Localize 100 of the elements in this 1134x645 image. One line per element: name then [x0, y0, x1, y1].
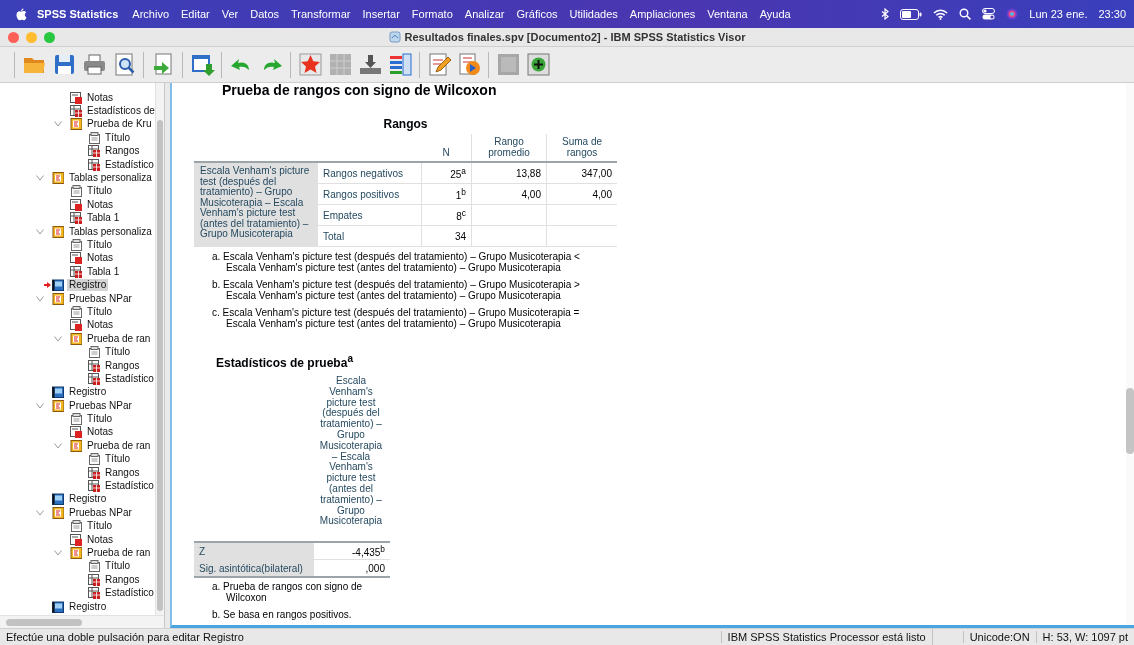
outline-item[interactable]: Tablas personaliza: [67, 225, 154, 238]
scrollbar[interactable]: [1126, 83, 1134, 625]
chevron-down-icon[interactable]: [54, 549, 62, 556]
outline-item[interactable]: Prueba de Kru: [85, 118, 154, 131]
document-icon: [88, 131, 100, 144]
outline-item[interactable]: Título: [103, 560, 132, 573]
outline-item[interactable]: Notas: [85, 319, 116, 332]
menu-item[interactable]: Gráficos: [516, 8, 558, 20]
menu-item[interactable]: Datos: [250, 8, 280, 20]
outline-item[interactable]: Título: [103, 453, 132, 466]
printer-icon[interactable]: [81, 52, 107, 77]
outline-item[interactable]: Prueba de ran: [85, 332, 153, 345]
menu-item[interactable]: Archivo: [132, 8, 169, 20]
window-arrow-icon[interactable]: [189, 52, 215, 77]
outline-item[interactable]: Título: [85, 413, 114, 426]
scrollbar[interactable]: [155, 83, 164, 615]
outline-item[interactable]: Rangos: [103, 466, 142, 479]
outline-item[interactable]: Tabla 1: [85, 212, 122, 225]
outline-item[interactable]: Rangos: [103, 359, 142, 372]
pencil-icon[interactable]: [426, 52, 452, 77]
chevron-down-icon[interactable]: [36, 175, 44, 182]
menubar-date[interactable]: Lun 23 ene.: [1029, 8, 1088, 20]
footnote: a. Escala Venham's picture test (después del tratamiento) – Grupo Musicoterapia < Escala Venham's picture test (antes del tratamiento) – Grupo Musicoterapia: [212, 251, 581, 273]
menu-item[interactable]: Insertar: [362, 8, 400, 20]
window-title: Resultados finales.spv [Documento2] - IBM SPSS Statistics Visor: [404, 31, 746, 43]
document-icon: [70, 520, 82, 533]
outline-item[interactable]: Estadístico: [103, 480, 155, 492]
outline-item[interactable]: Notas: [85, 426, 116, 439]
menu-item[interactable]: Transformar: [291, 8, 351, 20]
menu-item[interactable]: Ampliaciones: [629, 8, 696, 20]
outline-item[interactable]: Pruebas NPar: [67, 506, 134, 519]
bar-arrow-icon[interactable]: [357, 52, 383, 77]
list-icon[interactable]: [387, 52, 413, 77]
output-heading: Prueba de rangos con signo de Wilcoxon: [222, 83, 498, 97]
outline-item[interactable]: Título: [85, 185, 114, 198]
bluetooth-icon[interactable]: [881, 8, 890, 20]
outline-item[interactable]: Pruebas NPar: [67, 292, 134, 305]
arrow-icon: [44, 282, 51, 289]
chevron-down-icon[interactable]: [36, 228, 44, 235]
table-title: Estadísticos de prueba$^{a}$: [216, 353, 354, 370]
book-icon: [70, 439, 82, 452]
chevron-down-icon[interactable]: [36, 509, 44, 516]
chevron-down-icon[interactable]: [54, 121, 62, 128]
outline-item[interactable]: Estadístico: [103, 372, 155, 385]
app-name-menu[interactable]: SPSS Statistics: [37, 8, 119, 20]
menubar-clock[interactable]: 23:30: [1098, 8, 1126, 20]
menu-item[interactable]: Ayuda: [759, 8, 791, 20]
outline-item[interactable]: Prueba de ran: [85, 546, 153, 559]
outline-item[interactable]: Notas: [85, 252, 116, 265]
outline-item[interactable]: Registro: [67, 279, 109, 292]
scrollbar[interactable]: [0, 615, 164, 628]
outline-item[interactable]: Notas: [85, 91, 116, 104]
book-icon: [70, 546, 82, 559]
outline-item[interactable]: Prueba de ran: [85, 439, 153, 452]
outline-item[interactable]: Registro: [67, 386, 109, 399]
outline-item[interactable]: Notas: [85, 533, 116, 546]
outline-item[interactable]: Registro: [67, 600, 109, 613]
control-center-icon[interactable]: [982, 8, 996, 20]
outline-item[interactable]: Notas: [85, 198, 116, 211]
chevron-down-icon[interactable]: [54, 335, 62, 342]
outline-item[interactable]: Título: [85, 305, 114, 318]
plus-icon[interactable]: [525, 52, 551, 77]
outline-item[interactable]: Título: [85, 520, 114, 533]
outline-item[interactable]: Tabla 1: [85, 265, 122, 278]
outline-item[interactable]: Título: [103, 131, 132, 144]
outline-item[interactable]: Registro: [67, 493, 109, 506]
assistant-icon[interactable]: [1006, 8, 1019, 20]
chevron-down-icon[interactable]: [54, 442, 62, 449]
menu-item[interactable]: Utilidades: [569, 8, 618, 20]
zoom-button[interactable]: [44, 31, 55, 43]
outline-item[interactable]: Estadístico: [103, 587, 155, 600]
menu-item[interactable]: Editar: [181, 8, 210, 20]
outline-item[interactable]: Estadístico: [103, 158, 155, 171]
apple-logo-icon[interactable]: [16, 7, 27, 21]
table-cell: 13,88: [471, 162, 547, 184]
menu-item[interactable]: Analizar: [464, 8, 505, 20]
table-cell: 347,00: [546, 162, 617, 184]
minimize-button[interactable]: [26, 31, 37, 43]
battery-icon[interactable]: [900, 8, 923, 20]
outline-item[interactable]: Título: [103, 346, 132, 359]
menu-item[interactable]: Ver: [221, 8, 239, 20]
menu-item[interactable]: Ventana: [707, 8, 748, 20]
chevron-down-icon[interactable]: [36, 402, 44, 409]
outline-item[interactable]: Estadísticos de: [85, 105, 155, 118]
close-button[interactable]: [8, 31, 19, 43]
menu-item[interactable]: Formato: [411, 8, 453, 20]
status-text: Unicode:ON: [962, 631, 1036, 643]
search-icon[interactable]: [959, 8, 972, 20]
document-arrow-icon[interactable]: [456, 52, 482, 77]
outline-item[interactable]: Pruebas NPar: [67, 399, 134, 412]
wifi-icon[interactable]: [933, 8, 949, 20]
table-cell: 34: [421, 225, 472, 247]
outline-item[interactable]: Título: [85, 239, 114, 251]
row-header: Rangos negativos: [317, 162, 421, 184]
document-icon: [88, 560, 100, 573]
notes-icon: [70, 319, 82, 332]
chevron-down-icon[interactable]: [36, 295, 44, 302]
outline-item[interactable]: Tablas personaliza: [67, 172, 154, 185]
outline-item[interactable]: Rangos: [103, 573, 142, 586]
outline-item[interactable]: Rangos: [103, 145, 142, 158]
